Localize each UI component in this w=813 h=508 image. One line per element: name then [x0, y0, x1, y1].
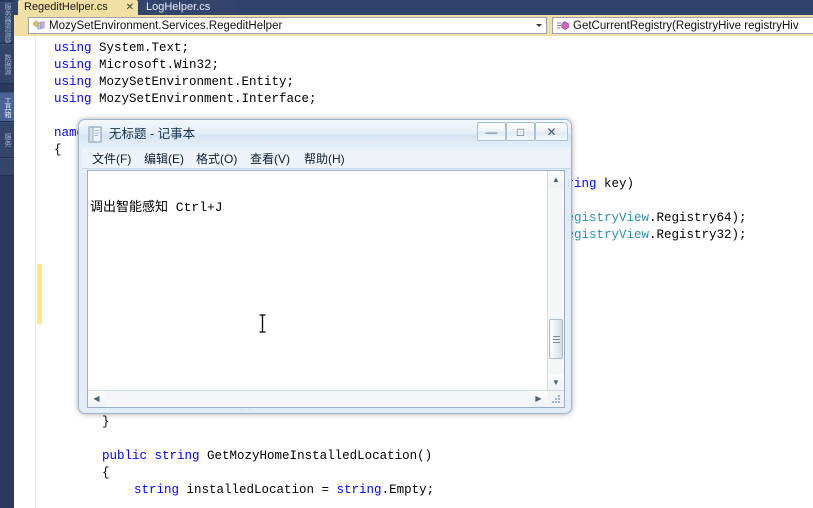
code-line: }	[102, 414, 110, 431]
code-line: RegistryView.Registry32);	[559, 227, 747, 244]
code-token: {	[54, 143, 62, 157]
code-token: GetMozyHomeInstalledLocation()	[199, 449, 433, 463]
minimize-button[interactable]: —	[477, 122, 506, 141]
chevron-down-icon[interactable]	[536, 24, 542, 27]
grip-line	[553, 342, 560, 343]
member-dropdown[interactable]: GetCurrentRegistry(RegistryHive registry…	[552, 17, 813, 34]
code-token: RegistryView	[559, 228, 650, 242]
vertical-scrollbar[interactable]: ▲ ▼	[547, 171, 564, 391]
i-beam-cursor	[258, 314, 267, 333]
code-token: {	[102, 466, 110, 480]
notepad-content: 调出智能感知 Ctrl+J	[90, 200, 223, 215]
menu-item-help[interactable]: 帮助(H)	[300, 151, 349, 167]
notepad-menu-bar: 文件(F) 编辑(E) 格式(O) 查看(V) 帮助(H)	[82, 149, 570, 169]
code-line: using Microsoft.Win32;	[54, 57, 219, 74]
menu-item-file[interactable]: 文件(F)	[88, 151, 135, 167]
code-line: using System.Text;	[54, 40, 189, 57]
strip-tab-extra[interactable]	[0, 158, 14, 176]
strip-tab-server-explorer[interactable]: 服务器资源管理器	[0, 2, 14, 44]
code-token: Microsoft.Win32;	[91, 58, 220, 72]
close-button[interactable]: ✕	[535, 122, 568, 141]
navigation-bar: MozySetEnvironment.Services.RegeditHelpe…	[14, 15, 813, 36]
scroll-down-icon[interactable]: ▼	[548, 374, 564, 391]
code-token: MozySetEnvironment.Interface;	[91, 92, 317, 106]
code-token: key)	[596, 177, 635, 191]
horizontal-scrollbar[interactable]: ◀ ▶	[88, 390, 564, 407]
tab-label: RegeditHelper.cs	[24, 1, 108, 13]
class-dropdown[interactable]: MozySetEnvironment.Services.RegeditHelpe…	[28, 17, 547, 34]
code-token: string	[154, 449, 200, 463]
document-tab-row: RegeditHelper.cs ✕ LogHelper.cs	[14, 0, 813, 15]
code-token: using	[54, 92, 92, 106]
strip-tab-services[interactable]: 服务	[0, 122, 14, 158]
strip-tab-toolbox[interactable]: 工具箱	[0, 92, 14, 122]
notepad-icon	[87, 126, 103, 143]
scroll-up-icon[interactable]: ▲	[548, 171, 564, 188]
method-icon	[556, 20, 570, 31]
code-token: .Registry64);	[649, 211, 747, 225]
tab-loghelper-cs[interactable]: LogHelper.cs	[140, 0, 236, 15]
code-token: using	[54, 58, 92, 72]
notepad-title-bar[interactable]: 无标题 - 记事本 — □ ✕	[79, 120, 571, 149]
code-line: string installedLocation = string.Empty;	[134, 482, 434, 499]
strip-tab-data-sources[interactable]: 数据源	[0, 44, 14, 84]
code-token: using	[54, 41, 92, 55]
notepad-text-area[interactable]: 调出智能感知 Ctrl+J ▲ ▼ ◀ ▶	[87, 170, 565, 408]
tab-regedithelper-cs[interactable]: RegeditHelper.cs ✕	[18, 0, 138, 15]
menu-item-edit[interactable]: 编辑(E)	[140, 151, 188, 167]
maximize-button[interactable]: □	[506, 122, 535, 141]
notepad-window[interactable]: 无标题 - 记事本 — □ ✕ 文件(F) 编辑(E) 格式(O) 查看(V) …	[78, 119, 572, 414]
code-token: .Empty;	[381, 483, 435, 497]
code-token: string	[134, 483, 180, 497]
code-token: .Registry32);	[649, 228, 747, 242]
code-line: public string GetMozyHomeInstalledLocati…	[102, 448, 432, 465]
grip-line	[553, 336, 560, 337]
code-line: RegistryView.Registry64);	[559, 210, 747, 227]
scroll-right-icon[interactable]: ▶	[530, 391, 547, 407]
menu-item-format[interactable]: 格式(O)	[192, 151, 241, 167]
code-line: {	[102, 465, 110, 482]
minimize-icon: —	[485, 125, 498, 139]
code-token: }	[102, 415, 110, 429]
code-token: MozySetEnvironment.Entity;	[91, 75, 295, 89]
notepad-title: 无标题 - 记事本	[109, 127, 196, 141]
code-token: installedLocation =	[179, 483, 337, 497]
code-token: System.Text;	[91, 41, 190, 55]
code-line: {	[54, 142, 62, 159]
code-token: public	[102, 449, 148, 463]
vertical-scrollbar-thumb[interactable]	[549, 319, 563, 359]
member-dropdown-text: GetCurrentRegistry(RegistryHive registry…	[573, 20, 799, 32]
tab-label: LogHelper.cs	[146, 1, 211, 13]
resize-grip[interactable]	[548, 391, 564, 407]
maximize-icon: □	[516, 125, 525, 139]
class-icon	[32, 20, 46, 31]
code-line: using MozySetEnvironment.Interface;	[54, 91, 317, 108]
class-dropdown-text: MozySetEnvironment.Services.RegeditHelpe…	[49, 20, 283, 32]
code-token: using	[54, 75, 92, 89]
close-icon: ✕	[546, 125, 557, 139]
code-token: string	[336, 483, 382, 497]
code-line: using MozySetEnvironment.Entity;	[54, 74, 294, 91]
close-icon[interactable]: ✕	[126, 0, 134, 15]
menu-item-view[interactable]: 查看(V)	[246, 151, 294, 167]
grip-line	[553, 339, 560, 340]
tool-window-strip: 服务器资源管理器 数据源 工具箱 服务	[0, 0, 15, 508]
scroll-left-icon[interactable]: ◀	[88, 391, 105, 407]
code-token: RegistryView	[559, 211, 650, 225]
